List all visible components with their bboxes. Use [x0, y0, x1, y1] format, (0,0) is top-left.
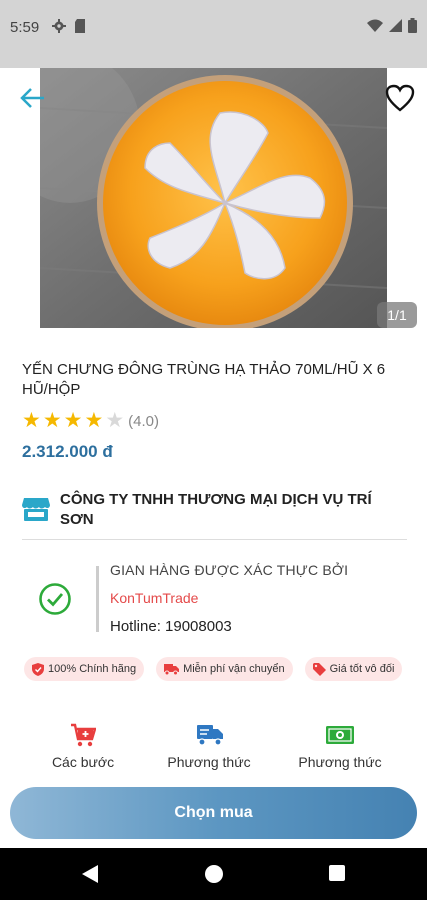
store-icon [22, 496, 50, 522]
nav-recents-icon[interactable] [329, 865, 345, 881]
product-image[interactable] [40, 68, 387, 328]
sd-card-icon [74, 19, 86, 38]
arrow-left-icon [20, 88, 44, 108]
badge-label: 100% Chính hãng [48, 663, 137, 675]
feature-list: Các bước Phương thức Phương thức [0, 722, 427, 782]
badge-list: 100% Chính hãng Miễn phí vận chuyển Giá … [24, 657, 403, 681]
favorite-button[interactable] [385, 84, 415, 112]
badge-label: Miễn phí vận chuyển [183, 663, 285, 675]
feature-shipping-method[interactable]: Phương thức [144, 722, 274, 772]
battery-icon [408, 18, 417, 38]
delivery-truck-icon [144, 722, 274, 748]
verification-org-link[interactable]: KonTumTrade [110, 590, 198, 606]
badge-label: Giá tốt vô đối [329, 663, 395, 675]
divider [96, 566, 99, 632]
rating: ★ ★ ★ ★ ★ (4.0) [22, 410, 159, 432]
back-button[interactable] [18, 84, 46, 112]
verification-label: GIAN HÀNG ĐƯỢC XÁC THỰC BỞI [110, 562, 349, 578]
feature-payment-method[interactable]: Phương thức [275, 722, 405, 772]
check-circle-icon [38, 582, 72, 616]
nav-home-icon[interactable] [205, 865, 223, 883]
buy-button[interactable]: Chọn mua [10, 787, 417, 839]
star-icon: ★ [84, 409, 104, 432]
feature-label: Phương thức [298, 754, 382, 770]
status-bar: 5:59 [0, 0, 427, 68]
badge-best-price: Giá tốt vô đối [304, 657, 403, 681]
signal-icon [389, 19, 402, 37]
badge-authentic: 100% Chính hãng [24, 657, 145, 681]
wifi-icon [367, 19, 383, 37]
hotline[interactable]: Hotline: 19008003 [110, 618, 232, 635]
badge-free-shipping: Miễn phí vận chuyển [156, 657, 293, 681]
star-icon: ★ [42, 409, 62, 432]
image-counter: 1/1 [377, 302, 417, 328]
shield-icon [32, 662, 44, 676]
rating-value: (4.0) [128, 412, 159, 430]
cash-icon [275, 722, 405, 748]
star-icon: ★ [22, 409, 41, 432]
feature-buying-steps[interactable]: Các bước [18, 722, 148, 772]
star-icon: ★ [63, 409, 83, 432]
nav-back-icon[interactable] [82, 865, 98, 888]
navigation-bar [0, 848, 427, 900]
gear-icon [52, 19, 66, 38]
feature-label: Các bước [51, 754, 115, 770]
shop-info[interactable]: CÔNG TY TNHH THƯƠNG MẠI DỊCH VỤ TRÍ SƠN [22, 488, 407, 540]
star-empty-icon: ★ [105, 409, 125, 432]
product-title: YẾN CHƯNG ĐÔNG TRÙNG HẠ THẢO 70ML/HŨ X 6… [22, 361, 386, 398]
status-time: 5:59 [10, 19, 40, 36]
product-detail-screen: 5:59 1/1 YẾN CHƯNG ĐÔNG TRÙNG HẠ THẢO 70… [0, 0, 427, 900]
tag-icon [312, 662, 326, 676]
shop-name: CÔNG TY TNHH THƯƠNG MẠI DỊCH VỤ TRÍ SƠN [60, 491, 372, 528]
feature-label: Phương thức [167, 754, 251, 770]
cart-icon [18, 722, 148, 748]
truck-icon [164, 663, 180, 675]
heart-icon [385, 84, 415, 112]
product-price: 2.312.000 đ [22, 442, 113, 461]
